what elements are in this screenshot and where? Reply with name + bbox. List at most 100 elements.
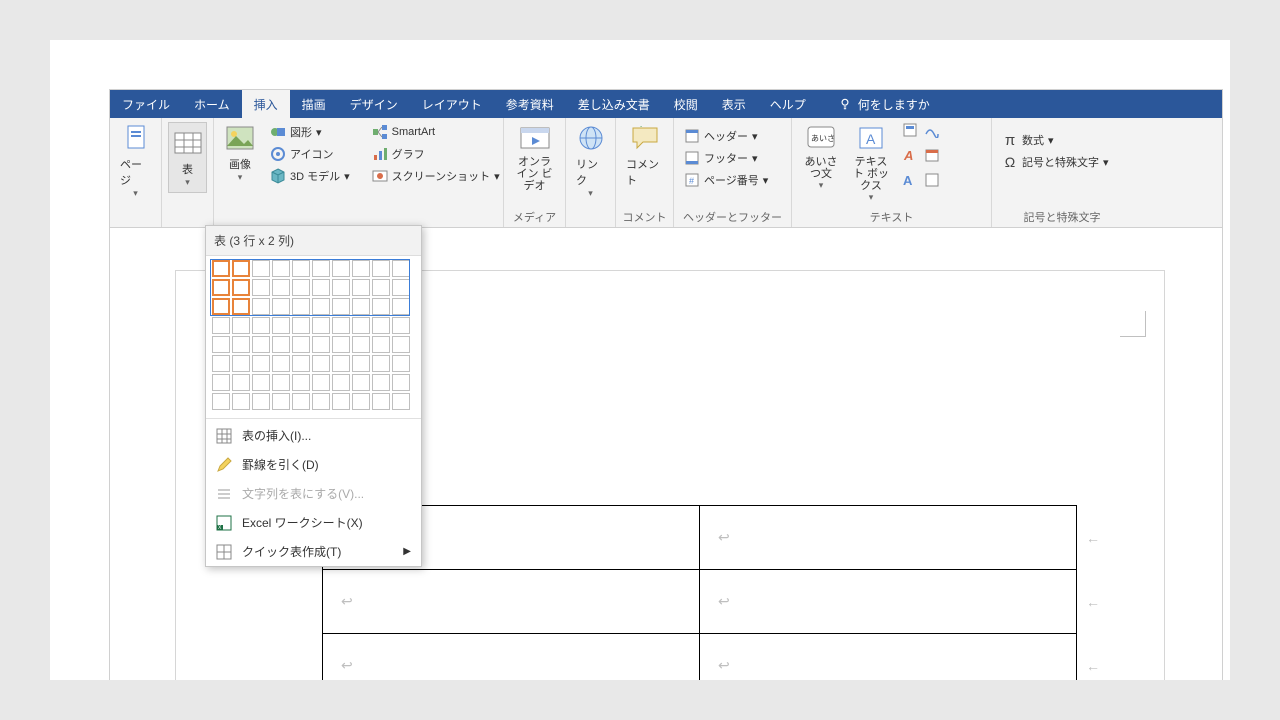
tab-view[interactable]: 表示 [710,90,758,118]
grid-cell[interactable] [212,336,230,353]
grid-cell[interactable] [332,355,350,372]
grid-cell[interactable] [372,336,390,353]
grid-cell[interactable] [332,393,350,410]
grid-cell[interactable] [332,374,350,391]
symbol-button[interactable]: Ω記号と特殊文字▾ [998,152,1126,172]
grid-cell[interactable] [272,393,290,410]
table-cell[interactable]: ↩ [323,570,700,634]
grid-cell[interactable] [292,355,310,372]
grid-cell[interactable] [292,317,310,334]
grid-cell[interactable] [212,374,230,391]
table-button[interactable]: 表 ▾ [168,122,207,193]
grid-cell[interactable] [252,336,270,353]
grid-cell[interactable] [312,336,330,353]
grid-cell[interactable] [332,336,350,353]
quickparts-icon-button[interactable] [902,122,918,143]
grid-cell[interactable] [252,317,270,334]
tab-draw[interactable]: 描画 [290,90,338,118]
grid-cell[interactable] [352,393,370,410]
grid-cell[interactable] [252,393,270,410]
icons-button[interactable]: アイコン [266,144,354,164]
grid-cell[interactable] [272,336,290,353]
grid-cell[interactable] [372,393,390,410]
tab-help[interactable]: ヘルプ [758,90,818,118]
onlinevideo-button[interactable]: オンライン ビデオ [510,122,559,192]
grid-cell[interactable] [332,317,350,334]
table-row: ↩ ↩ [323,570,1077,634]
grid-cell[interactable] [352,317,370,334]
grid-cell[interactable] [252,374,270,391]
grid-cell[interactable] [232,336,250,353]
screenshot-button[interactable]: スクリーンショット▾ [368,166,504,186]
footer-button[interactable]: フッター▾ [680,148,785,168]
grid-cell[interactable] [272,355,290,372]
smartart-button[interactable]: SmartArt [368,122,504,142]
grid-cell[interactable] [312,355,330,372]
tab-layout[interactable]: レイアウト [410,90,494,118]
textbox-button[interactable]: A テキスト ボックス▾ [846,122,896,203]
grid-cell[interactable] [312,317,330,334]
tab-home[interactable]: ホーム [182,90,242,118]
grid-cell[interactable] [352,336,370,353]
link-button[interactable]: リンク ▾ [572,122,609,199]
wordart-icon-button[interactable]: A [902,147,918,168]
table-cell[interactable]: ↩ [700,570,1077,634]
3dmodels-button[interactable]: 3D モデル▾ [266,166,354,186]
grid-cell[interactable] [392,393,410,410]
date-icon-button[interactable] [924,147,940,168]
grid-cell[interactable] [272,374,290,391]
grid-cell[interactable] [392,336,410,353]
equation-button[interactable]: π数式▾ [998,130,1126,150]
grid-cell[interactable] [392,374,410,391]
grid-cell[interactable] [232,355,250,372]
group-illustrations: 画像 ▾ 図形▾ アイコン 3D モデル▾ SmartArt グラフ スクリーン… [214,118,504,227]
grid-cell[interactable] [312,374,330,391]
page-button[interactable]: ページ ▾ [116,122,155,199]
dropcap-icon-button[interactable]: A [902,172,918,193]
grid-cell[interactable] [392,355,410,372]
tab-design[interactable]: デザイン [338,90,410,118]
excel-worksheet-item[interactable]: X Excel ワークシート(X) [206,508,421,537]
grid-cell[interactable] [272,317,290,334]
grid-cell[interactable] [292,393,310,410]
insert-table-item[interactable]: 表の挿入(I)... [206,421,421,450]
table-cell[interactable]: ↩ [323,634,700,681]
image-label: 画像 [229,156,251,172]
table-cell[interactable]: ↩ [700,634,1077,681]
grid-cell[interactable] [372,355,390,372]
object-icon-button[interactable] [924,172,940,193]
grid-cell[interactable] [212,317,230,334]
grid-cell[interactable] [352,355,370,372]
grid-cell[interactable] [372,374,390,391]
tab-review[interactable]: 校閲 [662,90,710,118]
grid-cell[interactable] [292,374,310,391]
document-table[interactable]: ↩ ↩ ↩ ↩ ↩ ↩ [322,505,1077,680]
image-button[interactable]: 画像 ▾ [220,122,260,186]
signature-icon-button[interactable] [924,122,940,143]
grid-cell[interactable] [312,393,330,410]
grid-cell[interactable] [252,355,270,372]
grid-cell[interactable] [212,393,230,410]
tab-mailings[interactable]: 差し込み文書 [566,90,662,118]
grid-cell[interactable] [372,317,390,334]
tab-file[interactable]: ファイル [110,90,182,118]
grid-cell[interactable] [212,355,230,372]
grid-cell[interactable] [232,374,250,391]
draw-table-item[interactable]: 罫線を引く(D) [206,450,421,479]
comment-button[interactable]: + コメント [622,122,667,188]
tab-insert[interactable]: 挿入 [242,90,290,118]
chart-button[interactable]: グラフ [368,144,504,164]
grid-cell[interactable] [292,336,310,353]
grid-cell[interactable] [352,374,370,391]
grid-cell[interactable] [392,317,410,334]
pagenum-button[interactable]: #ページ番号▾ [680,170,785,190]
table-cell[interactable]: ↩ [700,506,1077,570]
tell-me[interactable]: 何をしますか [826,90,942,118]
quick-tables-item[interactable]: クイック表作成(T) ▶ [206,537,421,566]
grid-cell[interactable] [232,317,250,334]
header-button[interactable]: ヘッダー▾ [680,126,785,146]
tab-references[interactable]: 参考資料 [494,90,566,118]
grid-cell[interactable] [232,393,250,410]
shapes-button[interactable]: 図形▾ [266,122,354,142]
greeting-button[interactable]: あいさつ あいさつ文▾ [798,122,844,203]
